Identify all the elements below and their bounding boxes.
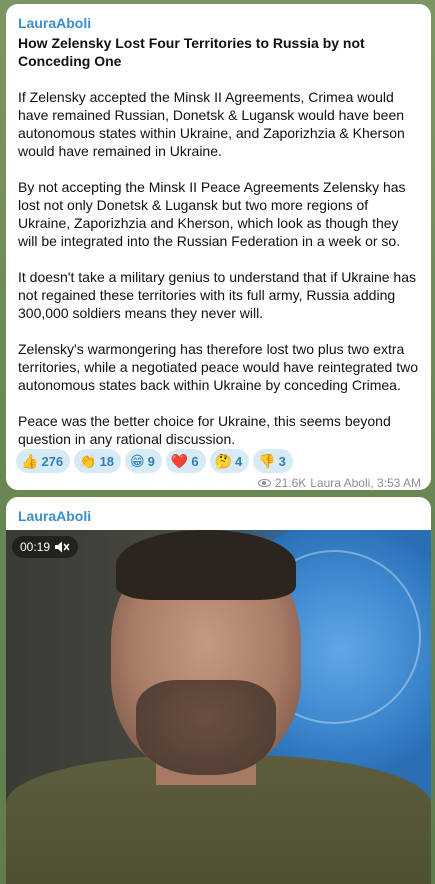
reaction-count: 18 bbox=[99, 453, 115, 469]
post-paragraph-1: If Zelensky accepted the Minsk II Agreem… bbox=[18, 89, 405, 159]
video-time: 00:19 bbox=[20, 540, 51, 554]
grinning-face-icon: 😁 bbox=[130, 453, 145, 469]
reaction-grinning[interactable]: 😁 9 bbox=[125, 449, 162, 473]
post-signature-time: Laura Aboli, 3:53 AM bbox=[310, 476, 421, 490]
post-paragraph-5: Peace was the better choice for Ukraine,… bbox=[18, 413, 391, 447]
reaction-count: 3 bbox=[278, 453, 286, 469]
view-count: 21.6K bbox=[274, 476, 307, 490]
reaction-thumbs-up[interactable]: 👍 276 bbox=[16, 449, 71, 473]
eye-icon bbox=[257, 479, 271, 487]
message-meta: 21.6K Laura Aboli, 3:53 AM bbox=[257, 476, 421, 490]
author-name[interactable]: LauraAboli bbox=[18, 14, 421, 32]
video-player[interactable]: 00:19 bbox=[6, 530, 431, 884]
post-paragraph-2: By not accepting the Minsk II Peace Agre… bbox=[18, 179, 406, 249]
reaction-thinking[interactable]: 🤔 4 bbox=[209, 449, 250, 473]
reaction-count: 276 bbox=[41, 453, 64, 469]
reaction-clapping[interactable]: 👏 18 bbox=[74, 449, 122, 473]
thumbs-down-icon: 👎 bbox=[258, 453, 276, 469]
reaction-heart[interactable]: ❤️ 6 bbox=[165, 449, 206, 473]
reaction-count: 4 bbox=[235, 453, 243, 469]
author-name[interactable]: LauraAboli bbox=[18, 507, 431, 525]
video-person-hair bbox=[116, 530, 296, 600]
red-heart-icon: ❤️ bbox=[170, 453, 189, 469]
reaction-count: 9 bbox=[147, 453, 155, 469]
thumbs-up-icon: 👍 bbox=[21, 453, 39, 469]
post-paragraph-4: Zelensky's warmongering has therefore lo… bbox=[18, 341, 419, 393]
reaction-thumbs-down[interactable]: 👎 3 bbox=[253, 449, 293, 473]
message-bubble-post[interactable]: LauraAboli How Zelensky Lost Four Territ… bbox=[6, 4, 431, 490]
post-paragraph-3: It doesn't take a military genius to und… bbox=[18, 269, 417, 321]
video-person-beard bbox=[136, 680, 276, 775]
reaction-count: 6 bbox=[191, 453, 199, 469]
post-title: How Zelensky Lost Four Territories to Ru… bbox=[18, 35, 365, 69]
message-bubble-video[interactable]: LauraAboli 00:19 bbox=[6, 497, 431, 884]
reaction-bar: 👍 276 👏 18 😁 9 ❤️ 6 🤔 4 👎 3 bbox=[16, 449, 293, 473]
speaker-muted-icon[interactable] bbox=[54, 540, 70, 554]
thinking-face-icon: 🤔 bbox=[214, 453, 232, 469]
clapping-hands-icon: 👏 bbox=[79, 453, 97, 469]
video-timer[interactable]: 00:19 bbox=[12, 536, 79, 558]
